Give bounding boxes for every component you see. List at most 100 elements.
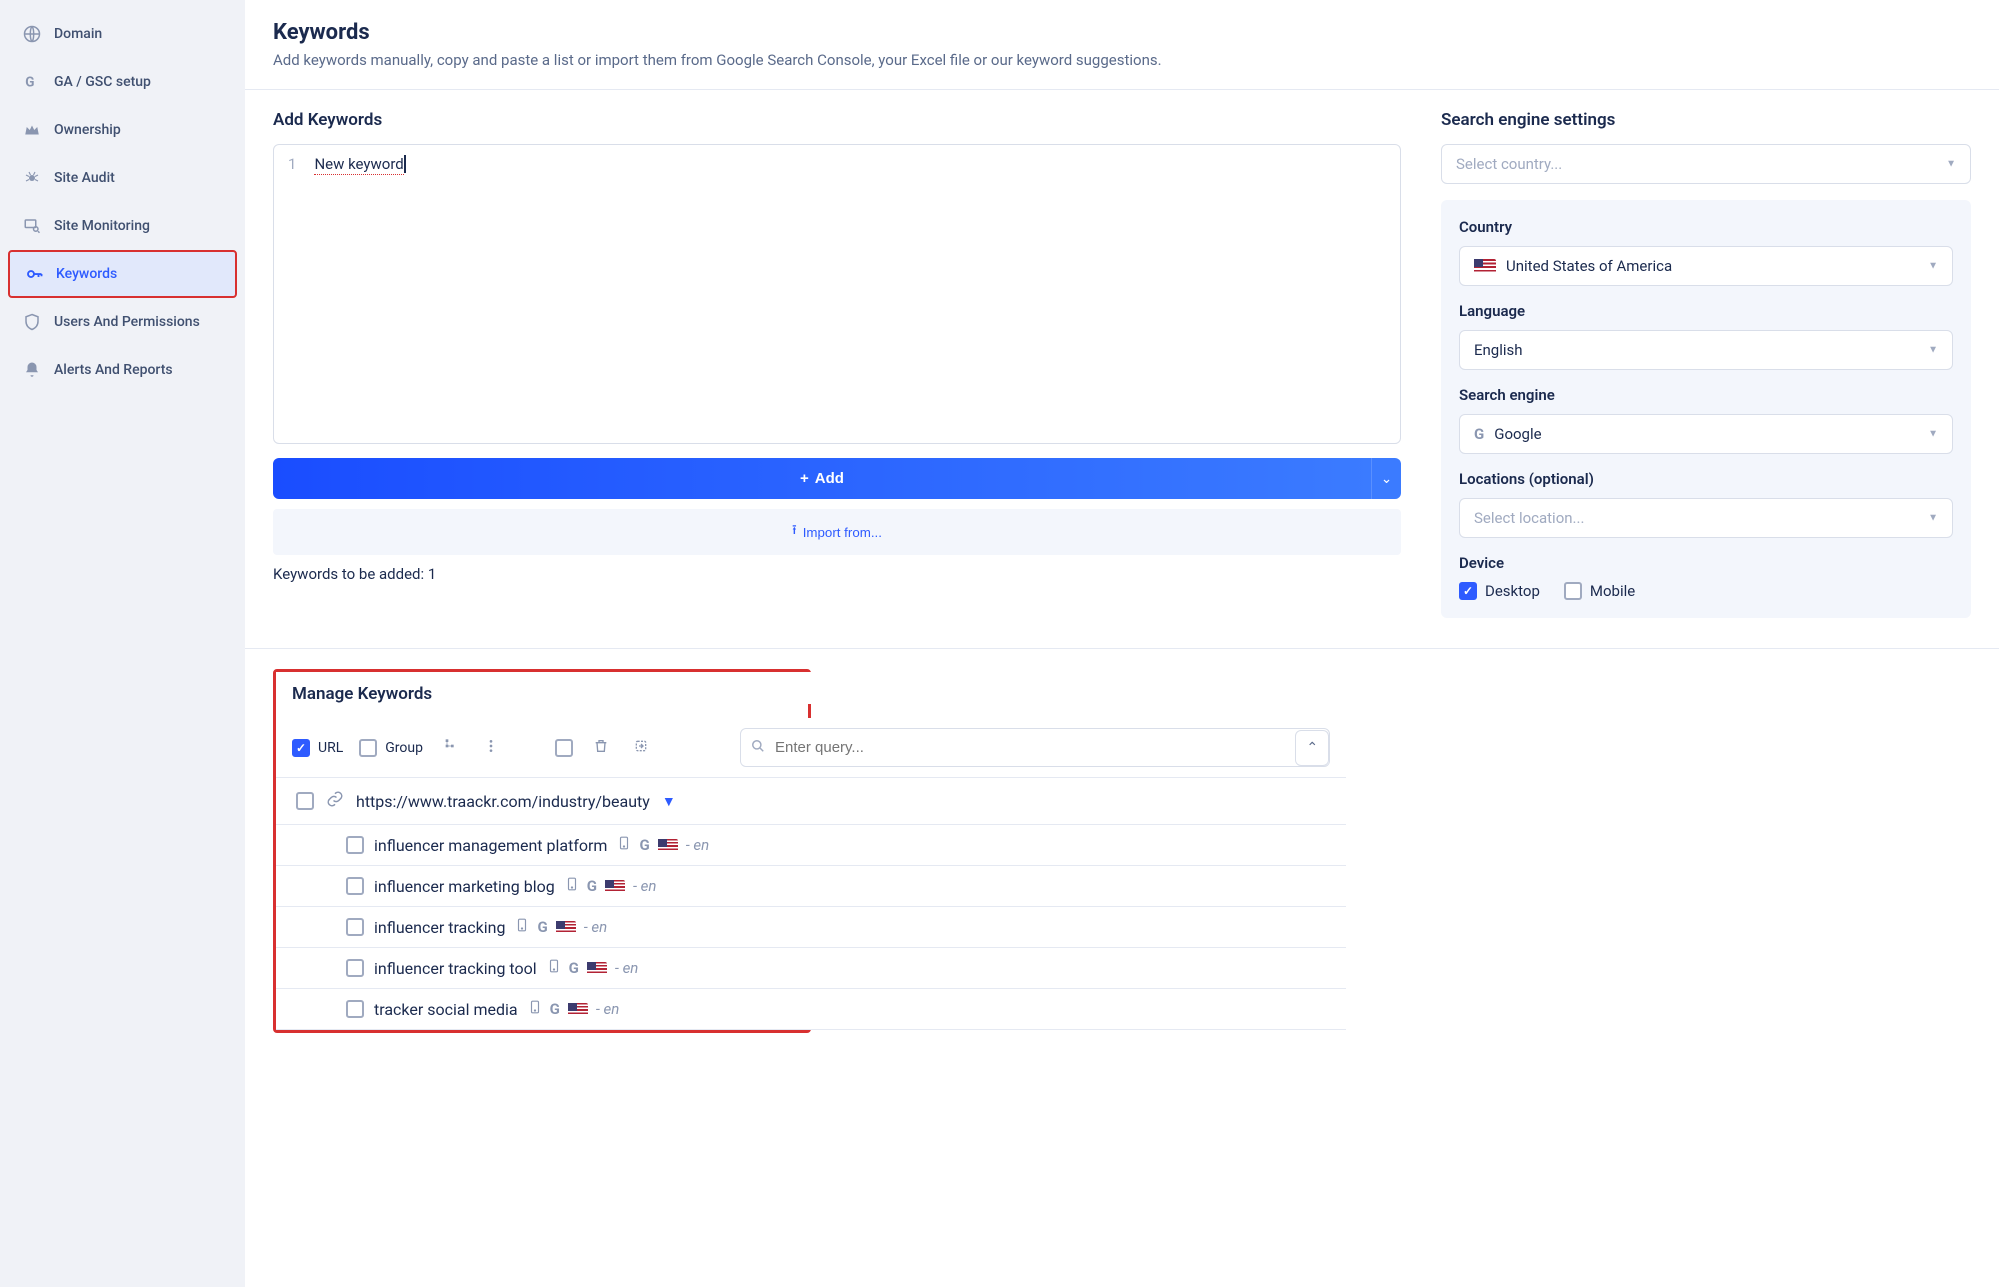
sidebar-item-users[interactable]: Users And Permissions xyxy=(0,298,245,346)
link-icon xyxy=(326,790,344,812)
chevron-up-icon: ⌃ xyxy=(1306,740,1318,756)
trash-icon[interactable] xyxy=(589,734,613,762)
sidebar-item-gagsc[interactable]: G GA / GSC setup xyxy=(0,58,245,106)
key-icon xyxy=(24,264,44,284)
keyword-lang: - en xyxy=(596,1000,619,1018)
url-checkbox[interactable] xyxy=(292,739,310,757)
sidebar-item-domain[interactable]: Domain xyxy=(0,10,245,58)
search-input[interactable] xyxy=(741,729,1289,766)
select-all-checkbox[interactable] xyxy=(555,739,573,757)
language-value: English xyxy=(1474,341,1523,359)
desktop-checkbox-wrap[interactable]: Desktop xyxy=(1459,582,1540,600)
sidebar-item-label: Site Monitoring xyxy=(54,218,150,234)
language-label: Language xyxy=(1459,302,1953,320)
mobile-icon xyxy=(565,876,579,896)
keyword-lang: - en xyxy=(633,877,656,895)
keyword-editor[interactable]: 1 New keyword xyxy=(273,144,1401,444)
globe-icon xyxy=(22,24,42,44)
more-vertical-icon[interactable] xyxy=(479,734,503,762)
keyword-row: influencer management platform G - en xyxy=(276,825,1346,866)
move-icon[interactable] xyxy=(629,734,653,762)
google-icon: G xyxy=(569,959,579,977)
sidebar-item-ownership[interactable]: Ownership xyxy=(0,106,245,154)
import-button[interactable]: ⭱ Import from... xyxy=(273,509,1401,555)
keyword-checkbox[interactable] xyxy=(346,877,364,895)
keyword-name: influencer marketing blog xyxy=(374,877,555,896)
chevron-down-icon: ▼ xyxy=(1928,429,1938,440)
country-select-placeholder: Select country... xyxy=(1456,155,1562,173)
desktop-label: Desktop xyxy=(1485,582,1540,600)
url-group-row[interactable]: https://www.traackr.com/industry/beauty … xyxy=(276,778,1346,825)
crown-icon xyxy=(22,120,42,140)
sidebar-item-alerts[interactable]: Alerts And Reports xyxy=(0,346,245,394)
mobile-checkbox-wrap[interactable]: Mobile xyxy=(1564,582,1635,600)
country-label: Country xyxy=(1459,218,1953,236)
chevron-down-icon: ⌄ xyxy=(1381,471,1392,486)
keywords-count: Keywords to be added: 1 xyxy=(273,565,1401,583)
keyword-checkbox[interactable] xyxy=(346,959,364,977)
url-filter[interactable]: URL xyxy=(292,739,343,757)
engine-select[interactable]: G Google ▼ xyxy=(1459,414,1953,454)
sidebar-item-label: Users And Permissions xyxy=(54,314,200,330)
spider-icon xyxy=(22,168,42,188)
monitor-search-icon xyxy=(22,216,42,236)
keyword-lang: - en xyxy=(615,959,638,977)
mobile-checkbox[interactable] xyxy=(1564,582,1582,600)
us-flag-icon xyxy=(587,962,607,975)
keyword-name: influencer tracking xyxy=(374,918,505,937)
keyword-lang: - en xyxy=(584,918,607,936)
keyword-lang: - en xyxy=(686,836,709,854)
google-icon: G xyxy=(1474,425,1484,443)
sidebar-item-keywords[interactable]: Keywords xyxy=(8,250,237,298)
google-icon: G xyxy=(639,836,649,854)
country-top-select[interactable]: Select country... ▼ xyxy=(1441,144,1971,184)
group-checkbox[interactable] xyxy=(359,739,377,757)
locations-label: Locations (optional) xyxy=(1459,470,1953,488)
mobile-icon xyxy=(617,835,631,855)
google-icon: G xyxy=(587,877,597,895)
keyword-checkbox[interactable] xyxy=(346,1000,364,1018)
line-number: 1 xyxy=(288,155,296,173)
keyword-checkbox[interactable] xyxy=(346,836,364,854)
keyword-name: influencer management platform xyxy=(374,836,607,855)
chevron-down-icon: ▼ xyxy=(1946,159,1956,170)
mobile-icon xyxy=(528,999,542,1019)
manage-keywords-title: Manage Keywords xyxy=(292,684,1330,704)
url-row-checkbox[interactable] xyxy=(296,792,314,810)
hierarchy-icon[interactable] xyxy=(439,734,463,762)
shield-icon xyxy=(22,312,42,332)
keyword-row: tracker social media G - en xyxy=(276,989,1346,1030)
country-select[interactable]: United States of America ▼ xyxy=(1459,246,1953,286)
engine-value: Google xyxy=(1494,425,1541,443)
chevron-down-icon: ▼ xyxy=(1928,345,1938,356)
add-dropdown-button[interactable]: ⌄ xyxy=(1371,458,1401,499)
keyword-checkbox[interactable] xyxy=(346,918,364,936)
device-label: Device xyxy=(1459,554,1953,572)
sidebar-item-sitemonitoring[interactable]: Site Monitoring xyxy=(0,202,245,250)
sidebar-item-label: Domain xyxy=(54,26,102,42)
engine-label: Search engine xyxy=(1459,386,1953,404)
us-flag-icon xyxy=(605,880,625,893)
google-icon: G xyxy=(537,918,547,936)
us-flag-icon xyxy=(556,921,576,934)
us-flag-icon xyxy=(1474,259,1496,274)
editor-line-text: New keyword xyxy=(314,155,403,175)
group-filter[interactable]: Group xyxy=(359,739,423,757)
search-icon xyxy=(751,739,765,757)
caret-down-icon[interactable]: ▼ xyxy=(662,793,676,810)
sidebar-item-label: Ownership xyxy=(54,122,121,138)
language-select[interactable]: English ▼ xyxy=(1459,330,1953,370)
collapse-button[interactable]: ⌃ xyxy=(1295,730,1329,766)
desktop-checkbox[interactable] xyxy=(1459,582,1477,600)
sidebar-item-label: Keywords xyxy=(56,266,117,282)
add-button[interactable]: + Add xyxy=(273,458,1371,499)
sidebar-item-siteaudit[interactable]: Site Audit xyxy=(0,154,245,202)
svg-text:G: G xyxy=(25,75,34,91)
keyword-row: influencer tracking tool G - en xyxy=(276,948,1346,989)
mobile-icon xyxy=(515,917,529,937)
keyword-name: tracker social media xyxy=(374,1000,518,1019)
us-flag-icon xyxy=(568,1003,588,1016)
locations-select[interactable]: Select location... ▼ xyxy=(1459,498,1953,538)
add-button-label: Add xyxy=(815,470,844,487)
upload-icon: ⭱ xyxy=(792,521,797,543)
